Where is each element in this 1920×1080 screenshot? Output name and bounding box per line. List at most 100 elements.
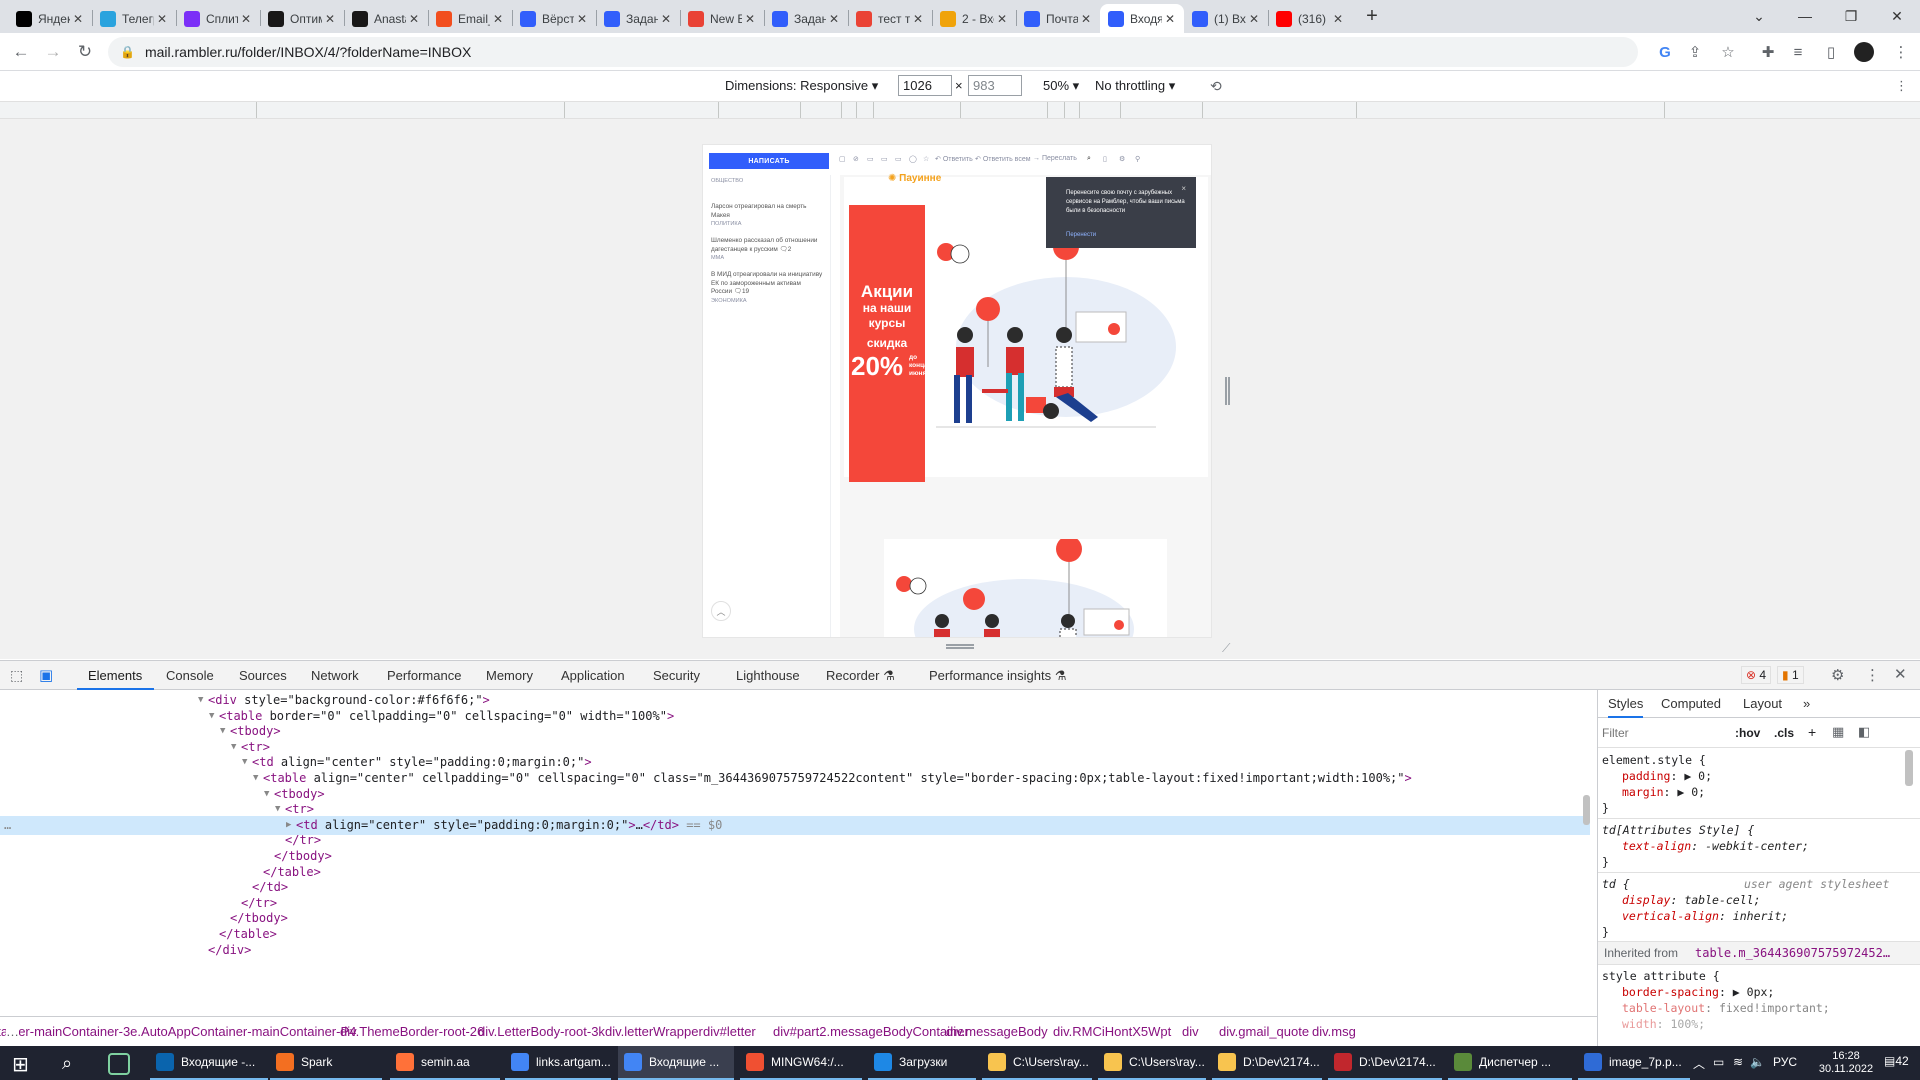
location-icon[interactable]: ⚲ xyxy=(1135,155,1140,163)
breadcrumb-item[interactable]: div.gmail_quote xyxy=(1219,1024,1309,1039)
devtools-menu-icon[interactable]: ⋮ xyxy=(1865,666,1880,684)
browser-tab[interactable]: тест тр✕ xyxy=(848,4,932,33)
close-tab-icon[interactable]: ✕ xyxy=(70,12,86,26)
close-tab-icon[interactable]: ✕ xyxy=(1162,12,1178,26)
tab-memory[interactable]: Memory xyxy=(486,668,533,683)
notifications-button[interactable]: ▤42 xyxy=(1884,1054,1909,1068)
breadcrumb-item[interactable]: div.msg xyxy=(1312,1024,1356,1039)
bookmark-star-icon[interactable]: ☆ xyxy=(1717,41,1739,63)
resize-handle-right[interactable] xyxy=(1225,377,1230,405)
spam-icon[interactable]: ⊘ xyxy=(853,155,859,163)
forward-icon[interactable]: → xyxy=(41,40,65,64)
tab-security[interactable]: Security xyxy=(653,668,700,683)
tab-styles[interactable]: Styles xyxy=(1608,696,1644,718)
tray-overflow-icon[interactable]: ︿ xyxy=(1693,1055,1705,1072)
windows-start-icon[interactable]: ⊞ xyxy=(12,1052,29,1077)
delete-icon[interactable]: ▭ xyxy=(895,155,902,163)
tab-console[interactable]: Console xyxy=(166,668,214,683)
google-icon[interactable]: G xyxy=(1654,41,1676,63)
browser-tab[interactable]: Задани✕ xyxy=(596,4,680,33)
device-toggle-icon[interactable]: ▣ xyxy=(39,666,53,684)
avatar[interactable] xyxy=(1853,41,1875,63)
browser-tab[interactable]: Входя ✕ xyxy=(1100,4,1184,33)
breadcrumb-item[interactable]: div.RMCiHontX5Wpt xyxy=(1053,1024,1171,1039)
tab-computed[interactable]: Computed xyxy=(1661,696,1721,711)
checkbox-icon[interactable]: ▢ xyxy=(839,155,846,163)
breadcrumb-item[interactable]: div#letter xyxy=(703,1024,756,1039)
taskbar-item[interactable]: Spark xyxy=(270,1046,382,1080)
search-icon[interactable]: ⌕ xyxy=(1087,155,1091,163)
rotate-icon[interactable]: ⟲ xyxy=(1210,78,1222,95)
sidepanel-icon[interactable]: ▯ xyxy=(1820,41,1842,63)
more-tabs-icon[interactable]: » xyxy=(1803,696,1810,711)
extensions-icon[interactable]: ✚ xyxy=(1757,41,1779,63)
settings-icon[interactable]: ⚙ xyxy=(1119,155,1125,163)
taskbar-item[interactable]: image_7p.p... xyxy=(1578,1046,1690,1080)
browser-tab[interactable]: (316) К✕ xyxy=(1268,4,1352,33)
news-item[interactable]: Ларсон отреагировал на смерть Макея ПОЛИ… xyxy=(711,203,823,229)
forward-button[interactable]: → Переслать xyxy=(1033,155,1077,162)
tab-recorder[interactable]: Recorder ⚗ xyxy=(826,668,895,684)
add-rule-icon[interactable]: + xyxy=(1808,724,1816,740)
taskbar-item[interactable]: Загрузки xyxy=(868,1046,976,1080)
news-item[interactable]: В МИД отреагировали на инициативу ЕК по … xyxy=(711,271,823,305)
tab-application[interactable]: Application xyxy=(561,668,625,683)
breadcrumb-overflow-icon[interactable]: … xyxy=(6,1024,19,1039)
error-counter[interactable]: ⊗ 4 xyxy=(1741,666,1772,684)
close-window-icon[interactable]: ✕ xyxy=(1874,0,1920,32)
browser-tab[interactable]: Сплит-✕ xyxy=(176,4,260,33)
taskbar-item[interactable]: D:\Dev\2174... xyxy=(1328,1046,1442,1080)
reply-all-button[interactable]: ↶ Ответить всем xyxy=(975,155,1031,163)
breadcrumb-item[interactable]: div#part2.messageBodyContainer xyxy=(773,1024,969,1039)
contacts-icon[interactable]: ▯ xyxy=(1103,155,1107,163)
width-input[interactable]: 1026 xyxy=(898,75,952,96)
archive-icon[interactable]: ▭ xyxy=(881,155,888,163)
sidebar-toggle-icon[interactable]: ◧ xyxy=(1858,724,1870,740)
minimize-icon[interactable]: — xyxy=(1782,0,1828,32)
language-indicator[interactable]: РУС xyxy=(1773,1055,1797,1069)
tooltip-link[interactable]: Перенести xyxy=(1066,231,1096,240)
maximize-icon[interactable]: ❐ xyxy=(1828,0,1874,32)
close-tab-icon[interactable]: ✕ xyxy=(490,12,506,26)
tab-performance[interactable]: Performance xyxy=(387,668,461,683)
style-declaration[interactable]: border-spacing: ▶ 0px; xyxy=(1622,984,1920,1000)
taskbar-item[interactable]: Входящие -... xyxy=(150,1046,268,1080)
breadcrumb-item[interactable]: div.ThemeBorder-root-26 xyxy=(340,1024,484,1039)
close-tab-icon[interactable]: ✕ xyxy=(574,12,590,26)
cls-toggle[interactable]: .cls xyxy=(1774,726,1794,740)
breadcrumb-item[interactable]: div xyxy=(1182,1024,1199,1039)
taskbar-item[interactable]: Входящие ... xyxy=(618,1046,734,1080)
settings-gear-icon[interactable]: ⚙ xyxy=(1831,666,1844,684)
taskbar-item[interactable]: semin.aa xyxy=(390,1046,500,1080)
star-icon[interactable]: ☆ xyxy=(923,155,929,163)
network-icon[interactable]: ▭ xyxy=(1713,1055,1724,1069)
tab-elements[interactable]: Elements xyxy=(88,668,142,683)
resize-handle-bottom[interactable] xyxy=(946,644,974,649)
close-tab-icon[interactable]: ✕ xyxy=(1246,12,1262,26)
style-declaration[interactable]: width: 100%; xyxy=(1622,1016,1920,1032)
device-menu-icon[interactable]: ⋮ xyxy=(1895,78,1908,94)
tab-performance-insights[interactable]: Performance insights ⚗ xyxy=(929,668,1066,684)
wifi-icon[interactable]: ≋ xyxy=(1733,1055,1743,1069)
taskbar-item[interactable]: D:\Dev\2174... xyxy=(1212,1046,1322,1080)
reply-button[interactable]: ↶ Ответить xyxy=(935,155,973,163)
height-input[interactable]: 983 xyxy=(968,75,1022,96)
clock[interactable]: 16:28 30.11.2022 xyxy=(1816,1050,1876,1076)
browser-tab[interactable]: Оптими✕ xyxy=(260,4,344,33)
close-icon[interactable]: × xyxy=(1181,184,1186,193)
new-tab-button[interactable]: + xyxy=(1356,0,1388,32)
inherited-selector-link[interactable]: table.m_364436907575972452… xyxy=(1695,946,1890,960)
browser-tab[interactable]: New En✕ xyxy=(680,4,764,33)
warning-counter[interactable]: ▮ 1 xyxy=(1777,666,1804,684)
close-tab-icon[interactable]: ✕ xyxy=(154,12,170,26)
browser-tab[interactable]: Вёрстк✕ xyxy=(512,4,596,33)
taskbar-item[interactable]: C:\Users\ray... xyxy=(1098,1046,1206,1080)
share-icon[interactable]: ⇪ xyxy=(1684,41,1706,63)
reload-icon[interactable]: ↻ xyxy=(73,40,97,64)
breadcrumb-item[interactable]: div.LetterBody-root-3k xyxy=(478,1024,605,1039)
breadcrumb-item[interactable]: div.letterWrapper xyxy=(605,1024,703,1039)
close-tab-icon[interactable]: ✕ xyxy=(238,12,254,26)
throttle-select[interactable]: No throttling ▾ xyxy=(1095,78,1175,94)
elements-scrollbar[interactable] xyxy=(1583,795,1590,825)
style-declaration[interactable]: margin: ▶ 0; xyxy=(1622,784,1920,800)
